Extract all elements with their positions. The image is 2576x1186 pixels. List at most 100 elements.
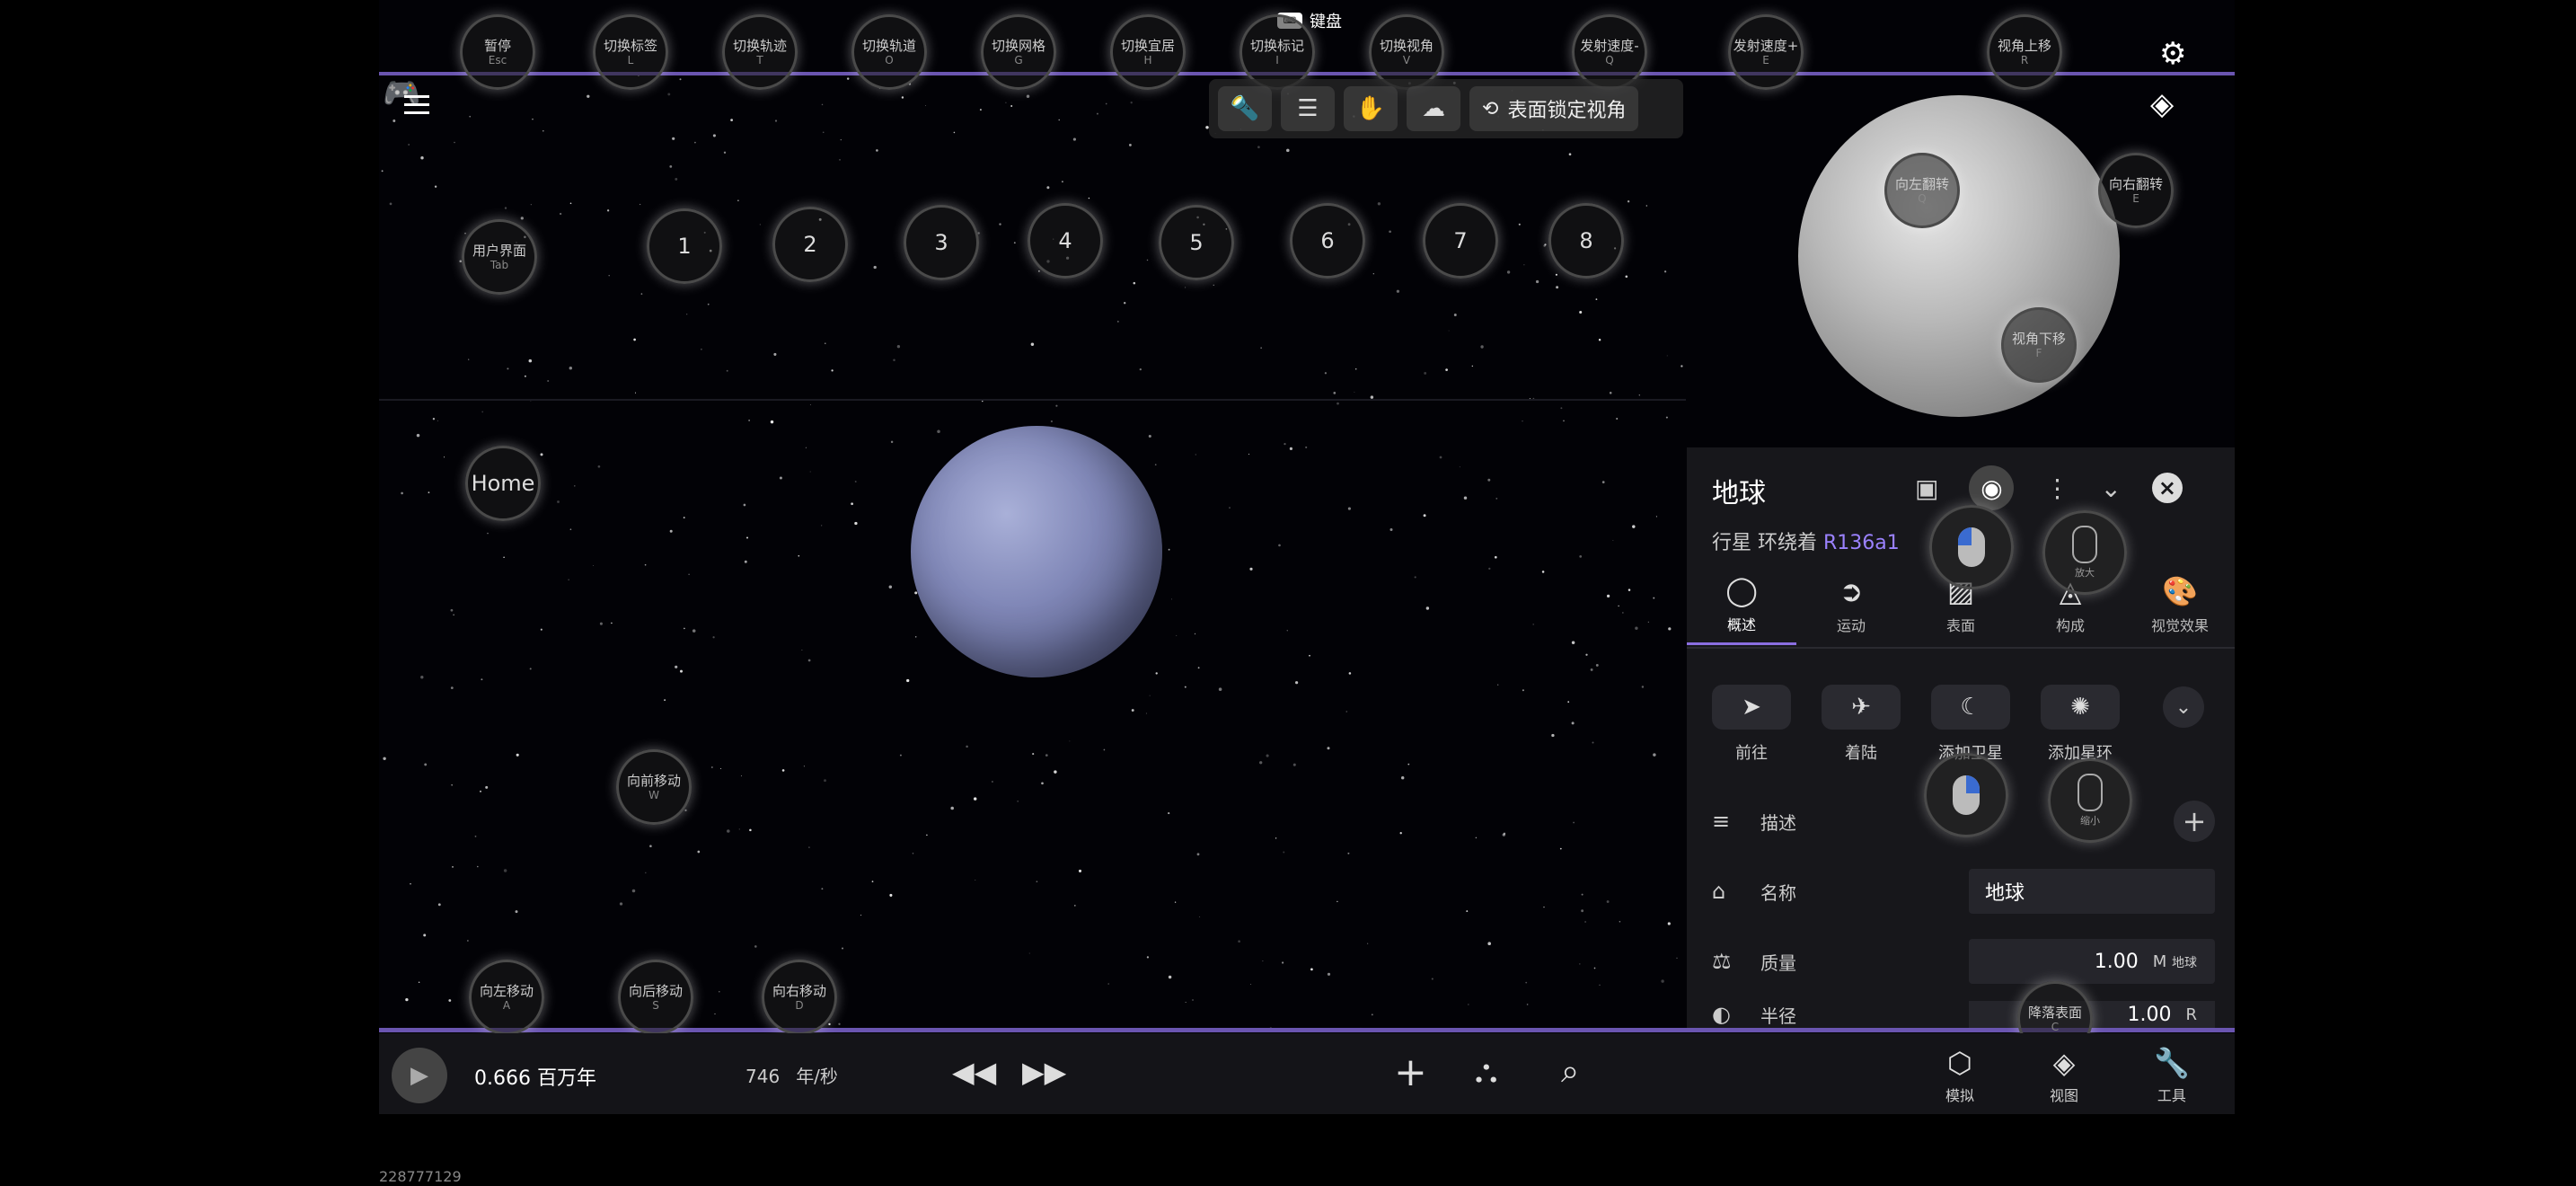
viewport-divider xyxy=(379,399,1686,401)
hint-roll-right[interactable]: 向右翻转 E xyxy=(2098,153,2174,228)
cube-icon: ⬡ xyxy=(1947,1046,1972,1080)
hint-number-4[interactable]: 4 xyxy=(1028,203,1103,279)
hint-number-1[interactable]: 1 xyxy=(647,208,722,284)
palette-icon: 🎨 xyxy=(2162,574,2198,608)
ring-plus-icon: ✺ xyxy=(2041,685,2120,730)
hint-launch-speed-up[interactable]: 发射速度+ E xyxy=(1728,14,1804,90)
hint-number-6[interactable]: 6 xyxy=(1290,203,1365,279)
mass-label: 质量 xyxy=(1760,951,1796,974)
surface-lock-view-label: 表面锁定视角 xyxy=(1507,100,1627,122)
hint-view-up[interactable]: 视角上移 R xyxy=(1987,14,2062,90)
fast-forward-icon[interactable]: ▶▶ xyxy=(1022,1055,1066,1089)
hint-move-left[interactable]: 向左移动 A xyxy=(469,960,544,1035)
add-moon-button[interactable]: ☾添加卫星 xyxy=(1931,685,2010,764)
hint-user-interface[interactable]: 用户界面 Tab xyxy=(462,219,537,295)
goto-button[interactable]: ➤ 前往 xyxy=(1712,685,1791,764)
collapse-chevron-icon[interactable]: ⌄ xyxy=(2100,474,2121,503)
hint-pause[interactable]: 暂停 Esc xyxy=(460,14,535,90)
land-button[interactable]: ✈ 着陆 xyxy=(1822,685,1901,764)
wrench-icon: 🔧 xyxy=(2154,1046,2190,1080)
mouse-scroll-icon xyxy=(2072,526,2097,563)
radius-unit: R xyxy=(2185,1005,2197,1024)
simulation-time: 0.666 百万年 xyxy=(474,1067,596,1090)
hint-number-2[interactable]: 2 xyxy=(772,207,848,282)
mass-field[interactable]: 1.00 M 地球 xyxy=(1969,939,2215,984)
tab-simulation[interactable]: ⬡ 模拟 xyxy=(1945,1046,1974,1105)
radius-value: 1.00 xyxy=(2127,1003,2172,1026)
more-actions-chevron-icon[interactable]: ⌄ xyxy=(2163,686,2204,728)
hint-number-3[interactable]: 3 xyxy=(904,205,979,280)
panel-divider xyxy=(1687,647,2235,649)
panel-header-actions: ▣ ◉ ⋮ ⌄ × xyxy=(1915,465,2183,510)
orbit-star-link[interactable]: R136a1 xyxy=(1823,532,1900,554)
search-icon[interactable]: ⌕ xyxy=(1561,1053,1579,1091)
cloud-icon[interactable]: ☁ xyxy=(1407,86,1460,131)
simulation-speed[interactable]: 746 年/秒 xyxy=(745,1062,838,1088)
panel-subtitle: 行星 环绕着 R136a1 xyxy=(1712,527,1900,555)
play-button[interactable]: ▶ xyxy=(392,1048,447,1103)
simulation-viewport[interactable]: ⌨ 键盘 暂停Esc 切换标签L 切换轨迹T 切换轨道O 切换网格G 切换宜居H… xyxy=(379,0,2235,1114)
mass-row: ⚖ 质量 1.00 M 地球 xyxy=(1712,936,2215,987)
tab-overview[interactable]: ◯ 概述 xyxy=(1687,564,1796,645)
minimap-planet[interactable] xyxy=(1798,95,2120,417)
mass-value: 1.00 xyxy=(2094,950,2139,973)
planet-earth[interactable] xyxy=(911,426,1162,677)
name-row: ⌂ 名称 地球 xyxy=(1712,866,2215,916)
network-icon[interactable]: ⛬ xyxy=(1475,1053,1497,1091)
layers-icon[interactable]: ◈ xyxy=(2150,86,2174,122)
hint-number-7[interactable]: 7 xyxy=(1423,203,1498,279)
radius-label: 半径 xyxy=(1760,1005,1796,1027)
tag-icon: ⌂ xyxy=(1712,879,1726,904)
mouse-scroll-down-icon xyxy=(2078,774,2103,811)
zoom-out-hint: 缩小 xyxy=(2048,758,2132,843)
circle-icon: ◯ xyxy=(1725,572,1758,607)
add-description-button[interactable]: + xyxy=(2174,801,2215,842)
mouse-left-icon xyxy=(1958,527,1985,567)
motion-icon: ➲ xyxy=(1839,574,1864,608)
tab-motion[interactable]: ➲ 运动 xyxy=(1796,564,1906,645)
hint-toggle-habitable[interactable]: 切换宜居 H xyxy=(1110,14,1186,90)
bottom-bar: ▶ 0.666 百万年 746 年/秒 ◀◀ ▶▶ + ⛬ ⌕ ⬡ 模拟 ◈ 视图 🔧… xyxy=(379,1033,2235,1114)
hint-toggle-orbits[interactable]: 切换轨道 O xyxy=(851,14,927,90)
add-ring-button[interactable]: ✺ 添加星环 xyxy=(2041,685,2120,764)
tab-visual-effects[interactable]: 🎨 视觉效果 xyxy=(2125,564,2235,645)
subtitle-prefix: 行星 环绕着 xyxy=(1712,532,1817,554)
landing-icon: ✈ xyxy=(1822,685,1901,730)
visibility-eye-icon[interactable]: ◉ xyxy=(1969,465,2015,510)
surface-lock-view-button[interactable]: ⟲ 表面锁定视角 xyxy=(1469,86,1639,131)
hint-move-forward[interactable]: 向前移动 W xyxy=(616,749,692,825)
rotate-gesture-icon[interactable]: ✋ xyxy=(1344,86,1398,131)
description-icon: ≡ xyxy=(1712,809,1731,834)
hint-toggle-trails[interactable]: 切换轨迹 T xyxy=(722,14,798,90)
sidebar-toggle-icon[interactable]: ▣ xyxy=(1915,474,1938,503)
hint-home[interactable]: Home xyxy=(465,446,541,521)
hint-toggle-labels[interactable]: 切换标签 L xyxy=(593,14,668,90)
tab-tools[interactable]: 🔧 工具 xyxy=(2154,1046,2190,1105)
rewind-icon[interactable]: ◀◀ xyxy=(952,1055,996,1089)
hint-toggle-grid[interactable]: 切换网格 G xyxy=(981,14,1056,90)
flashlight-icon[interactable]: 🔦 xyxy=(1218,86,1272,131)
name-label: 名称 xyxy=(1760,881,1796,904)
name-field[interactable]: 地球 xyxy=(1969,869,2215,914)
mass-unit: M 地球 xyxy=(2152,951,2197,971)
mouse-right-icon xyxy=(1953,775,1980,815)
moon-plus-icon: ☾ xyxy=(1931,685,2010,730)
mouse-right-drag-hint xyxy=(1924,753,2008,837)
close-panel-icon[interactable]: × xyxy=(2151,473,2183,503)
send-icon: ➤ xyxy=(1712,685,1791,730)
settings-gear-icon[interactable]: ⚙ xyxy=(2159,36,2186,72)
hint-roll-left[interactable]: 向左翻转 Q xyxy=(1884,153,1960,228)
hint-view-down[interactable]: 视角下移 F xyxy=(2001,307,2077,383)
filter-icon[interactable]: ☰ xyxy=(1281,86,1335,131)
add-object-icon[interactable]: + xyxy=(1394,1049,1427,1095)
hint-move-back[interactable]: 向后移动 S xyxy=(618,960,693,1035)
more-options-icon[interactable]: ⋮ xyxy=(2044,474,2069,503)
hint-number-5[interactable]: 5 xyxy=(1159,205,1234,280)
view-toolbar: 🔦 ☰ ✋ ☁ ⟲ 表面锁定视角 xyxy=(1209,79,1683,138)
radius-icon: ◐ xyxy=(1712,1002,1731,1027)
hint-move-right[interactable]: 向右移动 D xyxy=(762,960,837,1035)
layers-stack-icon: ◈ xyxy=(2052,1046,2076,1080)
menu-icon[interactable] xyxy=(404,90,429,119)
tab-view[interactable]: ◈ 视图 xyxy=(2050,1046,2078,1105)
hint-number-8[interactable]: 8 xyxy=(1548,203,1624,279)
